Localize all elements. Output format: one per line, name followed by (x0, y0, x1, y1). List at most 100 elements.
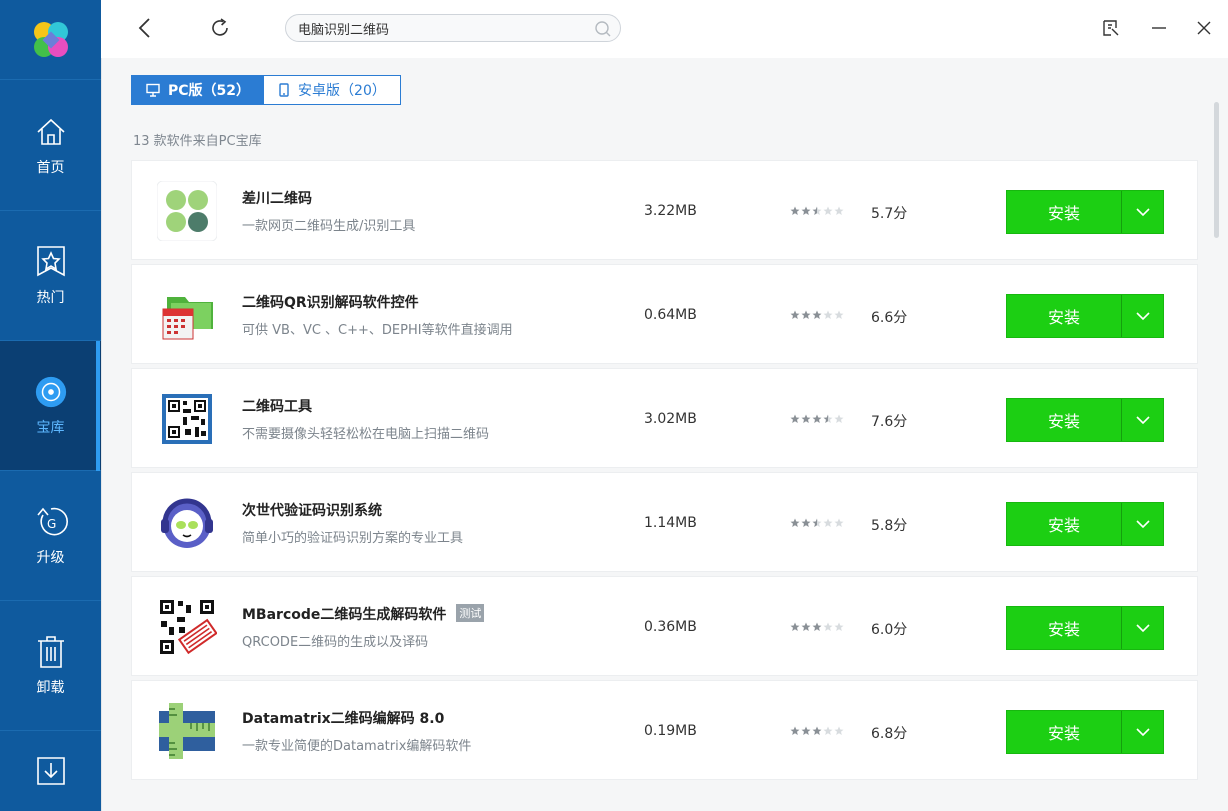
svg-text:G: G (47, 517, 56, 531)
install-button[interactable]: 安装 (1006, 606, 1164, 650)
search-box[interactable] (285, 14, 621, 42)
feedback-button[interactable] (1097, 14, 1125, 42)
star-icon (823, 518, 833, 527)
sidebar-item-uninstall[interactable]: 卸载 (0, 601, 101, 731)
chevron-down-icon (1135, 312, 1150, 321)
top-bar (101, 0, 1228, 58)
star-icon (812, 310, 822, 319)
tab-label: 安卓版（20） (298, 83, 386, 99)
star-icon (834, 206, 844, 215)
app-name: 二维码工具 (242, 399, 312, 415)
install-dropdown[interactable] (1121, 607, 1163, 649)
rating-stars (790, 206, 844, 216)
app-row[interactable]: 二维码工具 不需要摄像头轻轻松松在电脑上扫描二维码 3.02MB 7.6分 安装 (131, 368, 1198, 468)
folder-calendar-icon (157, 285, 217, 345)
sidebar-item-label: 首页 (36, 159, 65, 176)
chevron-down-icon (1135, 624, 1150, 633)
star-icon (834, 518, 844, 527)
install-label: 安装 (1047, 308, 1080, 327)
install-dropdown[interactable] (1121, 191, 1163, 233)
back-button[interactable] (131, 14, 159, 42)
install-dropdown[interactable] (1121, 503, 1163, 545)
sidebar-item-library[interactable]: 宝库 (0, 341, 101, 471)
star-icon (790, 206, 800, 215)
sidebar-item-label: 卸载 (36, 679, 65, 696)
star-icon (823, 726, 833, 735)
home-icon (34, 115, 68, 149)
ruler-icon (157, 701, 217, 761)
star-icon (812, 622, 822, 631)
tab-pc[interactable]: PC版（52） (132, 76, 265, 104)
app-score: 6.6分 (871, 310, 908, 326)
app-row[interactable]: 次世代验证码识别系统 简单小巧的验证码识别方案的专业工具 1.14MB 5.8分… (131, 472, 1198, 572)
install-dropdown[interactable] (1121, 711, 1163, 753)
app-name: 二维码QR识别解码软件控件 (242, 295, 419, 311)
star-icon (812, 206, 822, 215)
sidebar-item-download[interactable] (0, 731, 101, 811)
app-description: QRCODE二维码的生成以及译码 (242, 635, 429, 650)
app-row[interactable]: 差川二维码 一款网页二维码生成/识别工具 3.22MB 5.7分 安装 (131, 160, 1198, 260)
rating-stars (790, 726, 844, 736)
app-description: 一款网页二维码生成/识别工具 (242, 219, 416, 234)
install-button[interactable]: 安装 (1006, 710, 1164, 754)
app-size: 3.22MB (644, 203, 697, 219)
install-label: 安装 (1047, 204, 1080, 223)
app-name-text: MBarcode二维码生成解码软件 (242, 607, 447, 623)
star-icon (823, 414, 833, 423)
minimize-button[interactable] (1145, 14, 1173, 42)
install-dropdown[interactable] (1121, 295, 1163, 337)
app-row[interactable]: 二维码QR识别解码软件控件 可供 VB、VC 、C++、DEPHI等软件直接调用… (131, 264, 1198, 364)
install-button[interactable]: 安装 (1006, 294, 1164, 338)
close-button[interactable] (1190, 14, 1218, 42)
sidebar-item-label: 宝库 (36, 419, 65, 436)
star-icon (801, 726, 811, 735)
refresh-button[interactable] (206, 14, 234, 42)
star-icon (790, 518, 800, 527)
app-description: 不需要摄像头轻轻松松在电脑上扫描二维码 (242, 427, 490, 442)
install-dropdown[interactable] (1121, 399, 1163, 441)
app-score: 5.7分 (871, 206, 908, 222)
sidebar-item-home[interactable]: 首页 (0, 81, 101, 211)
test-badge: 测试 (456, 604, 485, 622)
clover-logo-icon (33, 21, 68, 57)
app-size: 0.36MB (644, 619, 697, 635)
search-icon[interactable] (594, 20, 612, 42)
install-button[interactable]: 安装 (1006, 398, 1164, 442)
star-icon (790, 622, 800, 631)
result-count-note: 13 款软件来自PC宝库 (133, 134, 262, 149)
sidebar-item-label: 升级 (36, 549, 65, 566)
tab-label: PC版（52） (168, 83, 251, 99)
install-label: 安装 (1047, 412, 1080, 431)
search-input[interactable] (298, 20, 588, 36)
dots-icon (156, 180, 218, 242)
app-list: 差川二维码 一款网页二维码生成/识别工具 3.22MB 5.7分 安装 二维码Q… (131, 160, 1198, 784)
app-row[interactable]: MBarcode二维码生成解码软件 测试 QRCODE二维码的生成以及译码 0.3… (131, 576, 1198, 676)
scrollbar[interactable] (1208, 58, 1228, 811)
trash-icon (34, 635, 68, 669)
app-size: 3.02MB (644, 411, 697, 427)
scrollbar-thumb[interactable] (1214, 102, 1219, 238)
install-button[interactable]: 安装 (1006, 190, 1164, 234)
chevron-down-icon (1135, 416, 1150, 425)
app-name: 次世代验证码识别系统 (242, 503, 382, 519)
qr-stamp-icon (157, 597, 218, 657)
rating-stars (790, 414, 844, 424)
main-content: PC版（52） 安卓版（20） 13 款软件来自PC宝库 差川二维码 一款网页二… (101, 58, 1228, 811)
app-score: 6.8分 (871, 726, 908, 742)
refresh-icon (212, 18, 228, 36)
install-button[interactable]: 安装 (1006, 502, 1164, 546)
sidebar: 首页 热门 宝库 G 升级 卸载 (0, 0, 101, 811)
app-row[interactable]: Datamatrix二维码编解码 8.0 一款专业简便的Datamatrix编解… (131, 680, 1198, 780)
install-label: 安装 (1047, 724, 1080, 743)
app-logo[interactable] (0, 0, 101, 80)
sidebar-item-upgrade[interactable]: G 升级 (0, 471, 101, 601)
app-score: 7.6分 (871, 414, 908, 430)
sidebar-item-hot[interactable]: 热门 (0, 211, 101, 341)
monitor-icon (146, 83, 160, 97)
minimize-icon (1152, 27, 1166, 29)
chevron-down-icon (1135, 728, 1150, 737)
star-icon (790, 726, 800, 735)
qr-icon (157, 389, 217, 449)
tab-android[interactable]: 安卓版（20） (264, 76, 400, 104)
napster-icon (157, 493, 217, 553)
